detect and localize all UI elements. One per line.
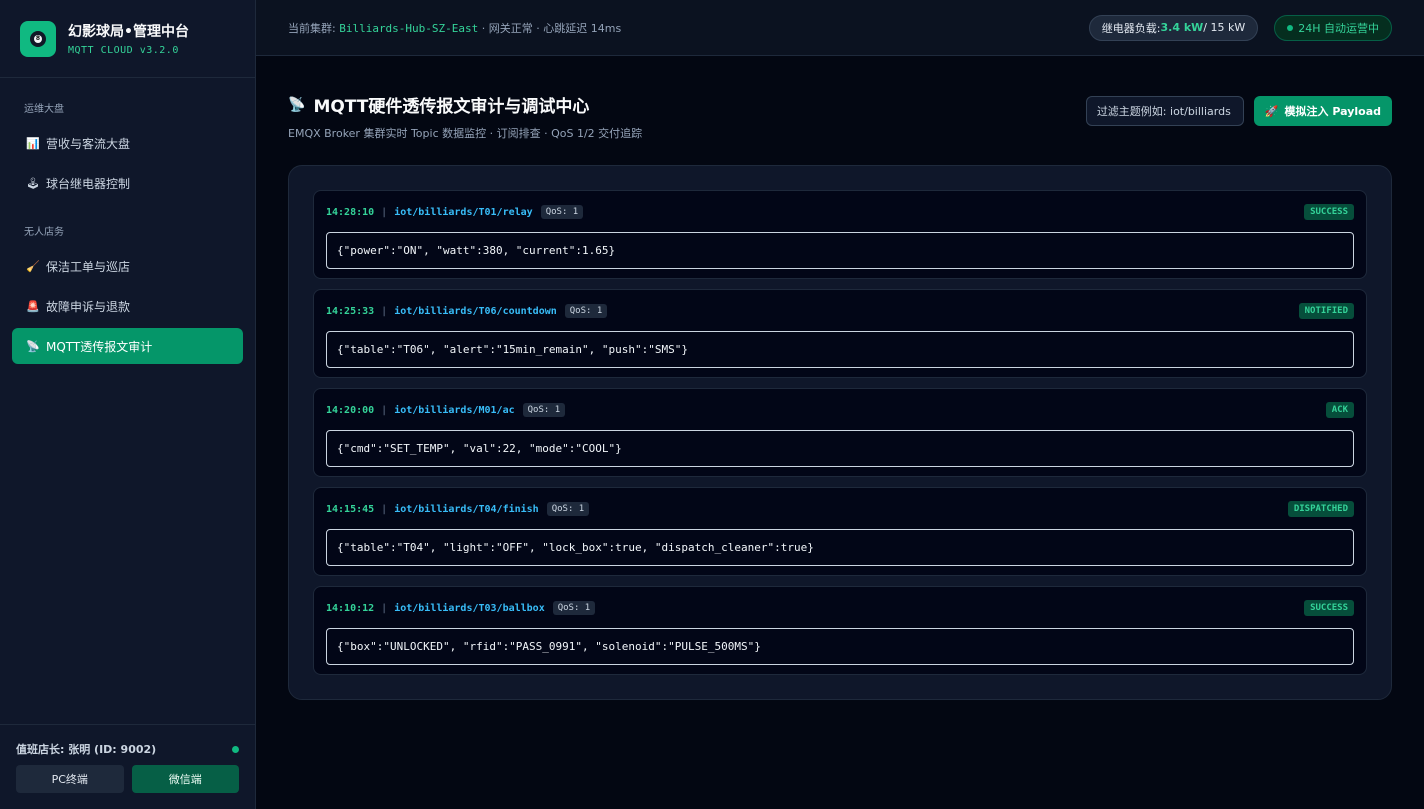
nav-section-ops: 运维大盘 [24,104,64,115]
message-time: 14:20:00 [326,404,375,416]
brand: 8 幻影球局•管理中台 MQTT CLOUD v3.2.0 [0,0,255,78]
satellite-antenna-icon: 📡 [26,339,40,353]
satellite-antenna-icon: 📡 [288,96,306,113]
page-title: 📡 MQTT硬件透传报文审计与调试中心 [288,96,590,118]
sidebar-item-mqtt-audit[interactable]: 📡 MQTT透传报文审计 [12,328,243,364]
joystick-icon: 🕹 [26,176,40,190]
siren-icon: 🚨 [26,299,40,313]
sidebar-item-label: 故障申诉与退款 [46,299,131,314]
app-root: 8 幻影球局•管理中台 MQTT CLOUD v3.2.0 运维大盘 📊 营收与… [0,0,1424,809]
sidebar-item-relay-control[interactable]: 🕹 球台继电器控制 [12,165,243,201]
message-time: 14:25:33 [326,305,375,317]
message-card: 14:25:33 | iot/billiards/T06/countdown QoS:… [313,289,1367,378]
status-badge: ACK [1325,402,1354,418]
message-time: 14:15:45 [326,503,375,515]
message-log-panel: 14:28:10 | iot/billiards/T01/relay QoS: 1 S… [288,165,1392,700]
sidebar-item-label: 球台继电器控制 [46,176,131,191]
content: 📡 MQTT硬件透传报文审计与调试中心 EMQX Broker 集群实时 Top… [256,56,1424,700]
message-card: 14:15:45 | iot/billiards/T04/finish QoS: 1 … [313,487,1367,576]
message-topic: iot/billiards/M01/ac [394,404,515,416]
relay-load-badge: 继电器负载: 3.4 kW / 15 kW [1088,14,1259,41]
message-card: 14:10:12 | iot/billiards/T03/ballbox QoS: 1… [313,586,1367,675]
cluster-status: 当前集群: Billiards-Hub-SZ-East · 网关正常 · 心跳延… [288,21,622,35]
payload-box[interactable]: {"box":"UNLOCKED", "rfid":"PASS_0991", "… [326,628,1354,665]
payload-box[interactable]: {"cmd":"SET_TEMP", "val":22, "mode":"COO… [326,430,1354,467]
brand-title: 幻影球局•管理中台 [68,24,189,40]
payload-box[interactable]: {"power":"ON", "watt":380, "current":1.6… [326,232,1354,269]
payload-box[interactable]: {"table":"T06", "alert":"15min_remain", … [326,331,1354,368]
payload-box[interactable]: {"table":"T04", "light":"OFF", "lock_box… [326,529,1354,566]
auto-operation-badge: 24H 自动运营中 [1274,14,1392,41]
brand-subtitle: MQTT CLOUD v3.2.0 [68,45,179,56]
inject-payload-button[interactable]: 🚀 模拟注入 Payload [1253,96,1392,126]
topic-filter-input[interactable] [1085,96,1244,126]
sidebar: 8 幻影球局•管理中台 MQTT CLOUD v3.2.0 运维大盘 📊 营收与… [0,0,256,809]
message-card: 14:20:00 | iot/billiards/M01/ac QoS: 1 ACK … [313,388,1367,477]
sidebar-item-label: 保洁工单与巡店 [46,259,131,274]
status-badge: NOTIFIED [1298,303,1354,319]
cluster-name: Billiards-Hub-SZ-East [339,21,479,35]
billiard-ball-icon: 8 [20,20,56,57]
topbar: 当前集群: Billiards-Hub-SZ-East · 网关正常 · 心跳延… [256,0,1424,56]
wechat-button[interactable]: 微信端 [131,765,239,793]
message-time: 14:10:12 [326,602,375,614]
sidebar-nav: 运维大盘 📊 营收与客流大盘 🕹 球台继电器控制 无人店务 🧹 保洁工单与巡店 … [0,78,255,724]
qos-badge: QoS: 1 [546,502,590,516]
qos-badge: QoS: 1 [552,601,596,615]
page-subtitle: EMQX Broker 集群实时 Topic 数据监控 · 订阅排查 · QoS… [288,127,643,140]
sidebar-item-label: MQTT透传报文审计 [46,339,153,354]
message-topic: iot/billiards/T04/finish [394,503,539,515]
rocket-icon: 🚀 [1264,104,1279,118]
sidebar-item-label: 营收与客流大盘 [46,136,131,151]
qos-badge: QoS: 1 [522,403,566,417]
sidebar-item-refunds[interactable]: 🚨 故障申诉与退款 [12,288,243,324]
sidebar-item-cleaning[interactable]: 🧹 保洁工单与巡店 [12,248,243,284]
logo-glyph: 8 [34,34,42,43]
message-topic: iot/billiards/T06/countdown [394,305,557,317]
sidebar-item-revenue[interactable]: 📊 营收与客流大盘 [12,125,243,161]
message-card: 14:28:10 | iot/billiards/T01/relay QoS: 1 S… [313,190,1367,279]
message-topic: iot/billiards/T01/relay [394,206,533,218]
status-badge: SUCCESS [1304,600,1354,616]
status-badge: SUCCESS [1304,204,1354,220]
status-badge: DISPATCHED [1287,501,1354,517]
duty-manager: 值班店长: 张明 (ID: 9002) [16,743,157,756]
relay-load-value: 3.4 kW [1160,21,1204,34]
broom-icon: 🧹 [26,259,40,273]
online-status-dot [232,745,239,753]
message-time: 14:28:10 [326,206,375,218]
qos-badge: QoS: 1 [564,304,608,318]
bar-chart-icon: 📊 [26,136,40,150]
status-dot-icon [1287,24,1294,31]
pc-terminal-button[interactable]: PC终端 [16,765,124,793]
qos-badge: QoS: 1 [540,205,584,219]
nav-section-store: 无人店务 [24,227,64,238]
sidebar-footer: 值班店长: 张明 (ID: 9002) PC终端 微信端 [0,724,255,809]
main-area: 当前集群: Billiards-Hub-SZ-East · 网关正常 · 心跳延… [256,0,1424,809]
message-topic: iot/billiards/T03/ballbox [394,602,545,614]
